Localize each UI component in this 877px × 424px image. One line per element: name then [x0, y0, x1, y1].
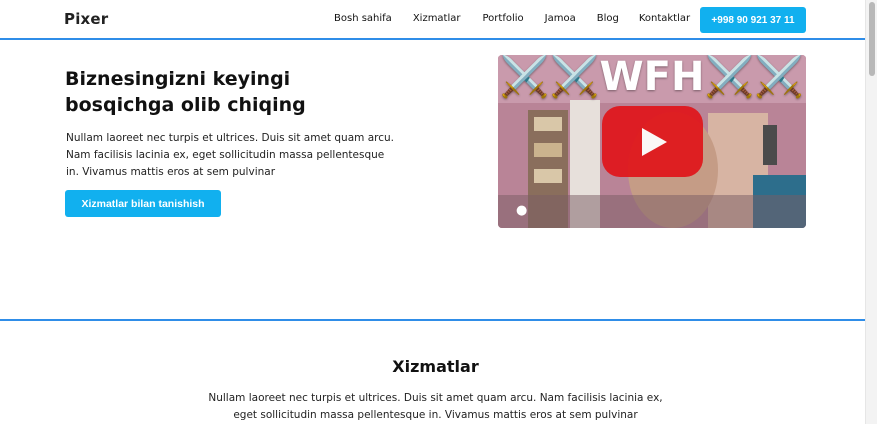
nav-item-portfolio[interactable]: Portfolio [483, 13, 524, 24]
site-header: Pixer Bosh sahifa Xizmatlar Portfolio Ja… [0, 0, 865, 38]
video-thumbnail[interactable]: ⚔️⚔️WFH⚔️⚔️ ● [498, 55, 806, 228]
video-title-overlay: ⚔️⚔️WFH⚔️⚔️ [499, 55, 805, 100]
main-nav: Bosh sahifa Xizmatlar Portfolio Jamoa Bl… [334, 13, 712, 24]
page-scrollbar[interactable] [865, 0, 877, 424]
apple-icon: ● [516, 203, 528, 218]
hero-description: Nullam laoreet nec turpis et ultrices. D… [66, 132, 394, 178]
nav-item-bosh-sahifa[interactable]: Bosh sahifa [334, 13, 392, 24]
nav-item-jamoa[interactable]: Jamoa [545, 13, 576, 24]
services-title: Xizmatlar [392, 357, 479, 376]
services-description: Nullam laoreet nec turpis et ultrices. D… [208, 392, 663, 421]
services-cta-button[interactable]: Xizmatlar bilan tanishish [65, 190, 221, 217]
nav-item-blog[interactable]: Blog [597, 13, 619, 24]
nav-item-kontaktlar[interactable]: Kontaktlar [639, 13, 690, 24]
scrollbar-thumb[interactable] [869, 2, 875, 76]
phone-button[interactable]: +998 90 921 37 11 [700, 7, 806, 33]
logo[interactable]: Pixer [64, 10, 108, 28]
play-button-icon[interactable] [602, 106, 703, 177]
hero-title: Biznesingizni keyingi bosqichga olib chi… [65, 68, 306, 116]
nav-item-xizmatlar[interactable]: Xizmatlar [413, 13, 461, 24]
